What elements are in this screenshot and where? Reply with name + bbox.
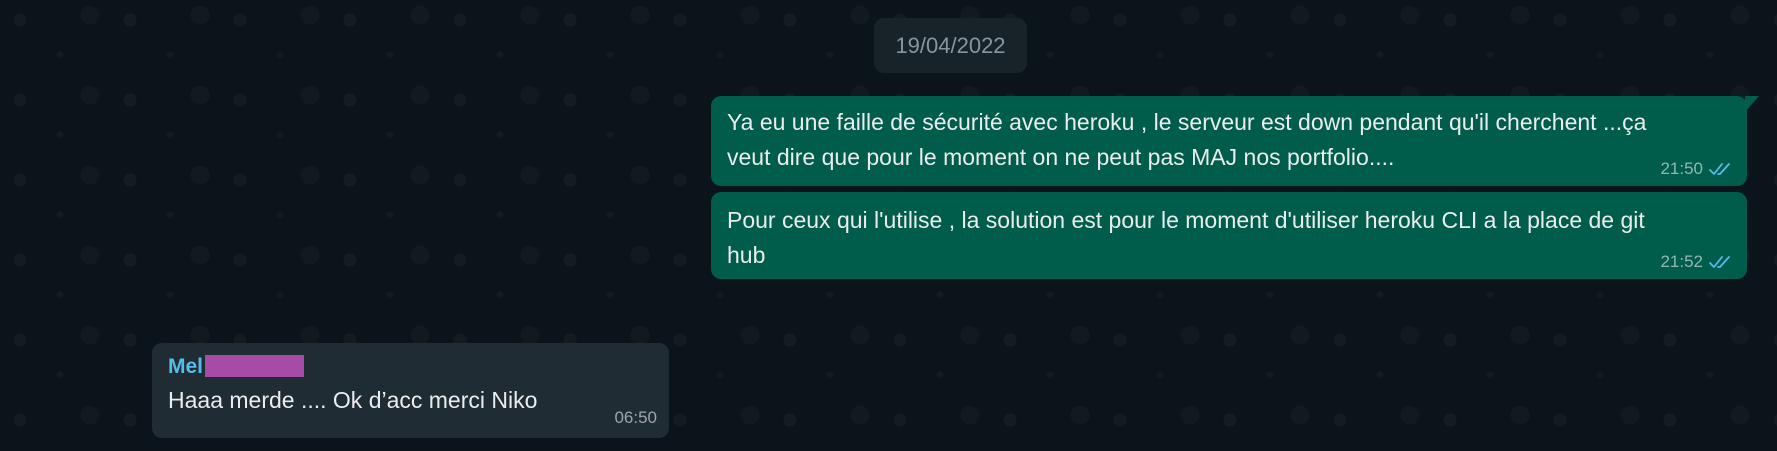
message-text: Ya eu une faille de sécurité avec heroku… <box>727 109 1647 170</box>
message-meta: 21:52 <box>1660 252 1735 272</box>
message-text: Pour ceux qui l'utilise , la solution es… <box>727 207 1645 268</box>
date-separator: 19/04/2022 <box>874 18 1027 73</box>
message-bubble-outgoing[interactable]: Ya eu une faille de sécurité avec heroku… <box>711 96 1759 186</box>
redacted-name-block <box>205 355 305 377</box>
sender-row: Mel <box>168 349 653 383</box>
bubble-tail <box>1745 96 1759 112</box>
double-check-read-icon <box>1709 163 1730 175</box>
message-meta: 21:50 <box>1660 159 1735 179</box>
message-meta: 06:50 <box>614 408 657 428</box>
message-text: Haaa merde .... Ok d’acc merci Niko <box>168 387 538 413</box>
message-time: 21:52 <box>1660 252 1703 271</box>
message-bubble-incoming[interactable]: Mel Haaa merde .... Ok d’acc merci Niko … <box>152 343 669 438</box>
sender-name[interactable]: Mel <box>168 349 203 384</box>
message-time: 21:50 <box>1660 159 1703 178</box>
double-check-read-icon <box>1709 256 1730 268</box>
message-time: 06:50 <box>614 408 657 427</box>
message-bubble-outgoing[interactable]: Pour ceux qui l'utilise , la solution es… <box>711 192 1747 279</box>
